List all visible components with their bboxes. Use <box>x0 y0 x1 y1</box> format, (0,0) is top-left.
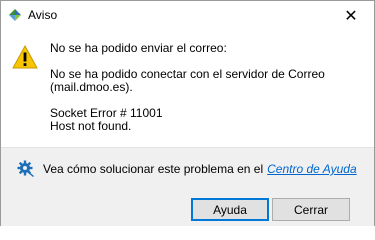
window-title: Aviso <box>28 8 58 22</box>
error-heading: No se ha podido enviar el correo: <box>50 41 227 55</box>
gear-icon <box>17 160 34 177</box>
help-row: Vea cómo solucionar este problema en el … <box>17 160 357 178</box>
help-text: Vea cómo solucionar este problema en el <box>43 162 264 176</box>
error-detail-line2: (mail.dmoo.es). <box>50 80 133 94</box>
warning-icon <box>12 45 38 69</box>
host-error-text: Host not found. <box>50 119 132 133</box>
title-bar[interactable]: Aviso ✕ <box>1 1 374 30</box>
dialog-footer: Vea cómo solucionar este problema en el … <box>1 147 374 226</box>
close-button[interactable]: Cerrar <box>272 198 350 221</box>
help-center-link[interactable]: Centro de Ayuda <box>267 162 357 176</box>
help-button[interactable]: Ayuda <box>191 198 269 221</box>
app-logo-icon <box>9 9 21 21</box>
dialog-window: Aviso ✕ No se ha podido enviar el correo… <box>0 0 375 226</box>
close-icon[interactable]: ✕ <box>328 1 374 30</box>
